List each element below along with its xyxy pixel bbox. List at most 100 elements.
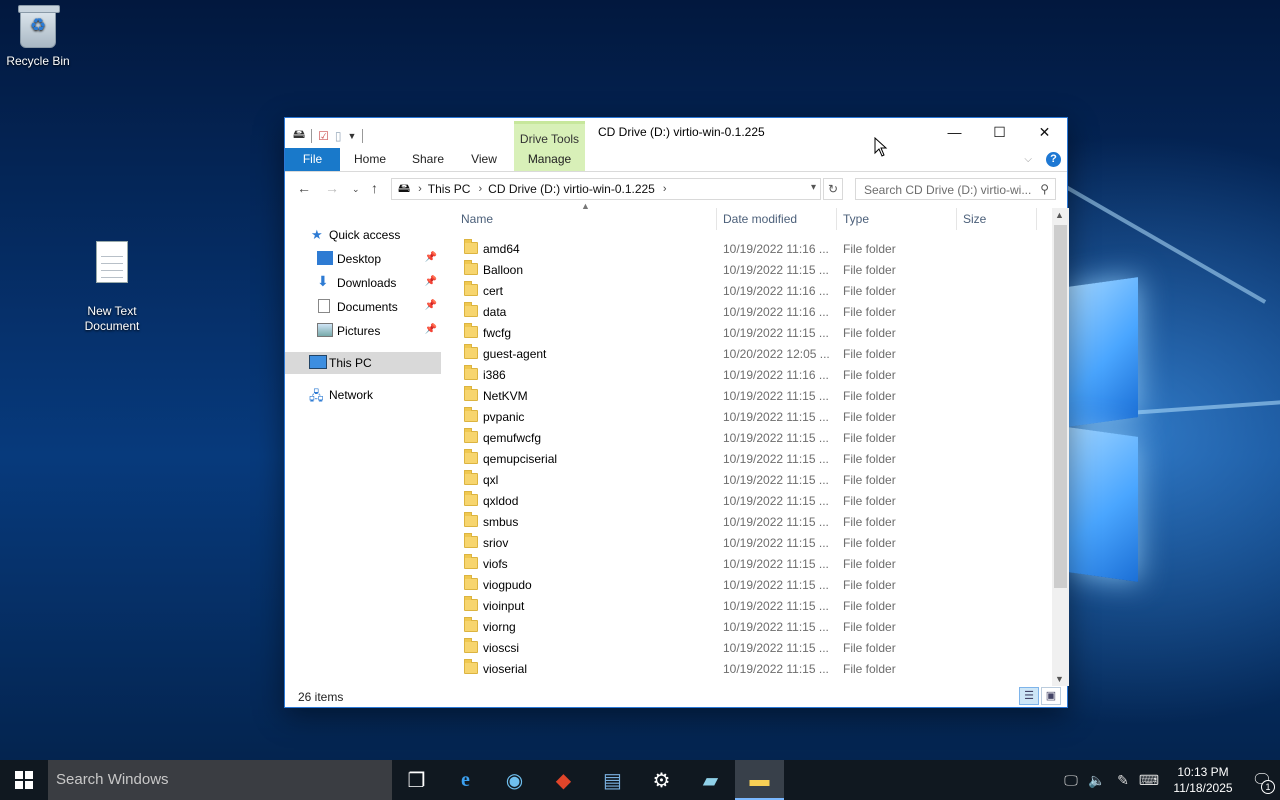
scroll-thumb[interactable] [1054,225,1067,588]
forward-arrow-icon[interactable]: → [325,180,339,196]
file-row[interactable]: fwcfg 10/19/2022 11:15 ... File folder [455,322,1049,343]
file-row[interactable]: qxldod 10/19/2022 11:15 ... File folder [455,490,1049,511]
up-arrow-icon[interactable]: ↑ [371,180,378,196]
settings-gear-icon[interactable]: ⚙ [637,760,686,800]
file-row[interactable]: vioserial 10/19/2022 11:15 ... File folder [455,658,1049,679]
red-app-icon[interactable]: ◆ [539,760,588,800]
file-explorer-taskbar-icon[interactable]: ▬ [735,760,784,800]
chevron-right-icon[interactable]: › [478,183,482,195]
folder-icon [464,596,478,611]
expand-ribbon-icon[interactable]: ⌵ [1024,154,1032,165]
file-date-modified: 10/19/2022 11:16 ... [723,368,829,382]
nav-pictures[interactable]: Pictures 📌 [285,320,441,342]
tab-home[interactable]: Home [347,148,393,171]
breadcrumb-cd-drive[interactable]: CD Drive (D:) virtio-win-0.1.225 [488,182,655,196]
taskbar: Search Windows ❐ e ◉ ◆ ▤ ⚙ ▰ ▬ 🖵 🔈 ✎ ⌨ 1… [0,760,1280,800]
pen-icon[interactable]: ✎ [1110,772,1136,789]
refresh-button[interactable]: ↻ [823,178,843,200]
desktop-icon-recycle-bin[interactable]: Recycle Bin [0,5,76,69]
column-date-modified[interactable]: Date modified [723,212,797,226]
file-row[interactable]: cert 10/19/2022 11:16 ... File folder [455,280,1049,301]
server-manager-icon[interactable]: ▤ [588,760,637,800]
search-input[interactable]: Search CD Drive (D:) virtio-wi... ⚲ [855,178,1056,200]
recent-locations-icon[interactable]: ⌄ [352,184,360,195]
column-separator[interactable] [836,208,837,230]
column-separator[interactable] [716,208,717,230]
network-icon: 🖧 [309,388,324,403]
breadcrumb-this-pc[interactable]: This PC [428,182,471,196]
nav-documents[interactable]: Documents 📌 [285,296,441,318]
file-row[interactable]: viorng 10/19/2022 11:15 ... File folder [455,616,1049,637]
address-dropdown-icon[interactable]: ▾ [811,182,816,193]
keyboard-icon[interactable]: ⌨ [1136,772,1162,789]
file-row[interactable]: qemupciserial 10/19/2022 11:15 ... File fo… [455,448,1049,469]
file-row[interactable]: sriov 10/19/2022 11:15 ... File folder [455,532,1049,553]
file-row[interactable]: viogpudo 10/19/2022 11:15 ... File folder [455,574,1049,595]
file-name: viogpudo [483,578,532,592]
clock[interactable]: 10:13 PM 11/18/2025 [1168,764,1238,796]
title-bar[interactable]: 🖴 ☑ ▯ ▼ Drive Tools CD Drive (D:) virtio… [285,118,1067,171]
scroll-down-icon[interactable]: ▼ [1055,674,1064,684]
desktop-icon-new-text-document[interactable]: New Text Document [74,226,150,349]
file-date-modified: 10/19/2022 11:15 ... [723,473,829,487]
column-separator[interactable] [1036,208,1037,230]
file-row[interactable]: i386 10/19/2022 11:16 ... File folder [455,364,1049,385]
column-name[interactable]: Name [461,212,493,226]
chevron-right-icon[interactable]: › [663,183,667,195]
minimize-button[interactable]: — [932,118,977,146]
tab-manage[interactable]: Manage [514,148,585,171]
large-icons-view-icon[interactable]: ▣ [1041,687,1061,705]
tab-view[interactable]: View [463,148,505,171]
taskbar-search-input[interactable]: Search Windows [48,760,392,800]
file-row[interactable]: vioinput 10/19/2022 11:15 ... File folder [455,595,1049,616]
internet-explorer-icon[interactable]: e [441,760,490,800]
chevron-right-icon[interactable]: › [418,183,422,195]
nav-network[interactable]: 🖧 Network [285,384,441,406]
nav-downloads[interactable]: ⬇ Downloads 📌 [285,272,441,294]
vertical-scrollbar[interactable]: ▲ ▼ [1052,208,1069,686]
file-name: sriov [483,536,509,550]
task-view-icon[interactable]: ❐ [392,760,441,800]
back-arrow-icon[interactable]: ← [297,180,311,196]
notepad-app-icon[interactable]: ▰ [686,760,735,800]
file-row[interactable]: pvpanic 10/19/2022 11:15 ... File folder [455,406,1049,427]
properties-icon[interactable]: ☑ [318,129,329,143]
globe-app-icon[interactable]: ◉ [490,760,539,800]
details-view-icon[interactable]: ☰ [1019,687,1039,705]
nav-this-pc[interactable]: This PC [285,352,441,374]
text-document-icon [96,241,128,283]
file-type: File folder [843,326,896,340]
scroll-up-icon[interactable]: ▲ [1055,210,1064,220]
address-bar[interactable]: 🖴 › This PC › CD Drive (D:) virtio-win-0… [391,178,821,200]
file-explorer-window[interactable]: 🖴 ☑ ▯ ▼ Drive Tools CD Drive (D:) virtio… [284,117,1069,708]
file-row[interactable]: viofs 10/19/2022 11:15 ... File folder [455,553,1049,574]
network-tray-icon[interactable]: 🖵 [1058,772,1084,789]
tab-file[interactable]: File [285,148,340,171]
file-row[interactable]: amd64 10/19/2022 11:16 ... File folder [455,238,1049,259]
nav-quick-access[interactable]: ★ Quick access [285,224,441,246]
search-icon: ⚲ [1040,182,1049,196]
qat-separator [311,128,313,143]
folder-icon [464,260,478,275]
file-row[interactable]: qemufwcfg 10/19/2022 11:15 ... File folder [455,427,1049,448]
tab-share[interactable]: Share [405,148,451,171]
file-row[interactable]: Balloon 10/19/2022 11:15 ... File folder [455,259,1049,280]
start-button[interactable] [0,760,48,800]
file-row[interactable]: vioscsi 10/19/2022 11:15 ... File folder [455,637,1049,658]
action-center-icon[interactable]: 🗨 1 [1244,770,1280,794]
column-type[interactable]: Type [843,212,869,226]
file-row[interactable]: NetKVM 10/19/2022 11:15 ... File folder [455,385,1049,406]
file-row[interactable]: guest-agent 10/20/2022 12:05 ... File fold… [455,343,1049,364]
column-separator[interactable] [956,208,957,230]
maximize-button[interactable]: ☐ [977,118,1022,146]
close-button[interactable]: ✕ [1022,118,1067,146]
column-size[interactable]: Size [963,212,986,226]
file-row[interactable]: data 10/19/2022 11:16 ... File folder [455,301,1049,322]
qat-dropdown-icon[interactable]: ▼ [348,131,357,141]
volume-muted-icon[interactable]: 🔈 [1084,772,1110,789]
nav-desktop[interactable]: Desktop 📌 [285,248,441,270]
new-folder-icon[interactable]: ▯ [335,129,342,143]
file-row[interactable]: qxl 10/19/2022 11:15 ... File folder [455,469,1049,490]
help-icon[interactable]: ? [1046,152,1061,167]
file-row[interactable]: smbus 10/19/2022 11:15 ... File folder [455,511,1049,532]
